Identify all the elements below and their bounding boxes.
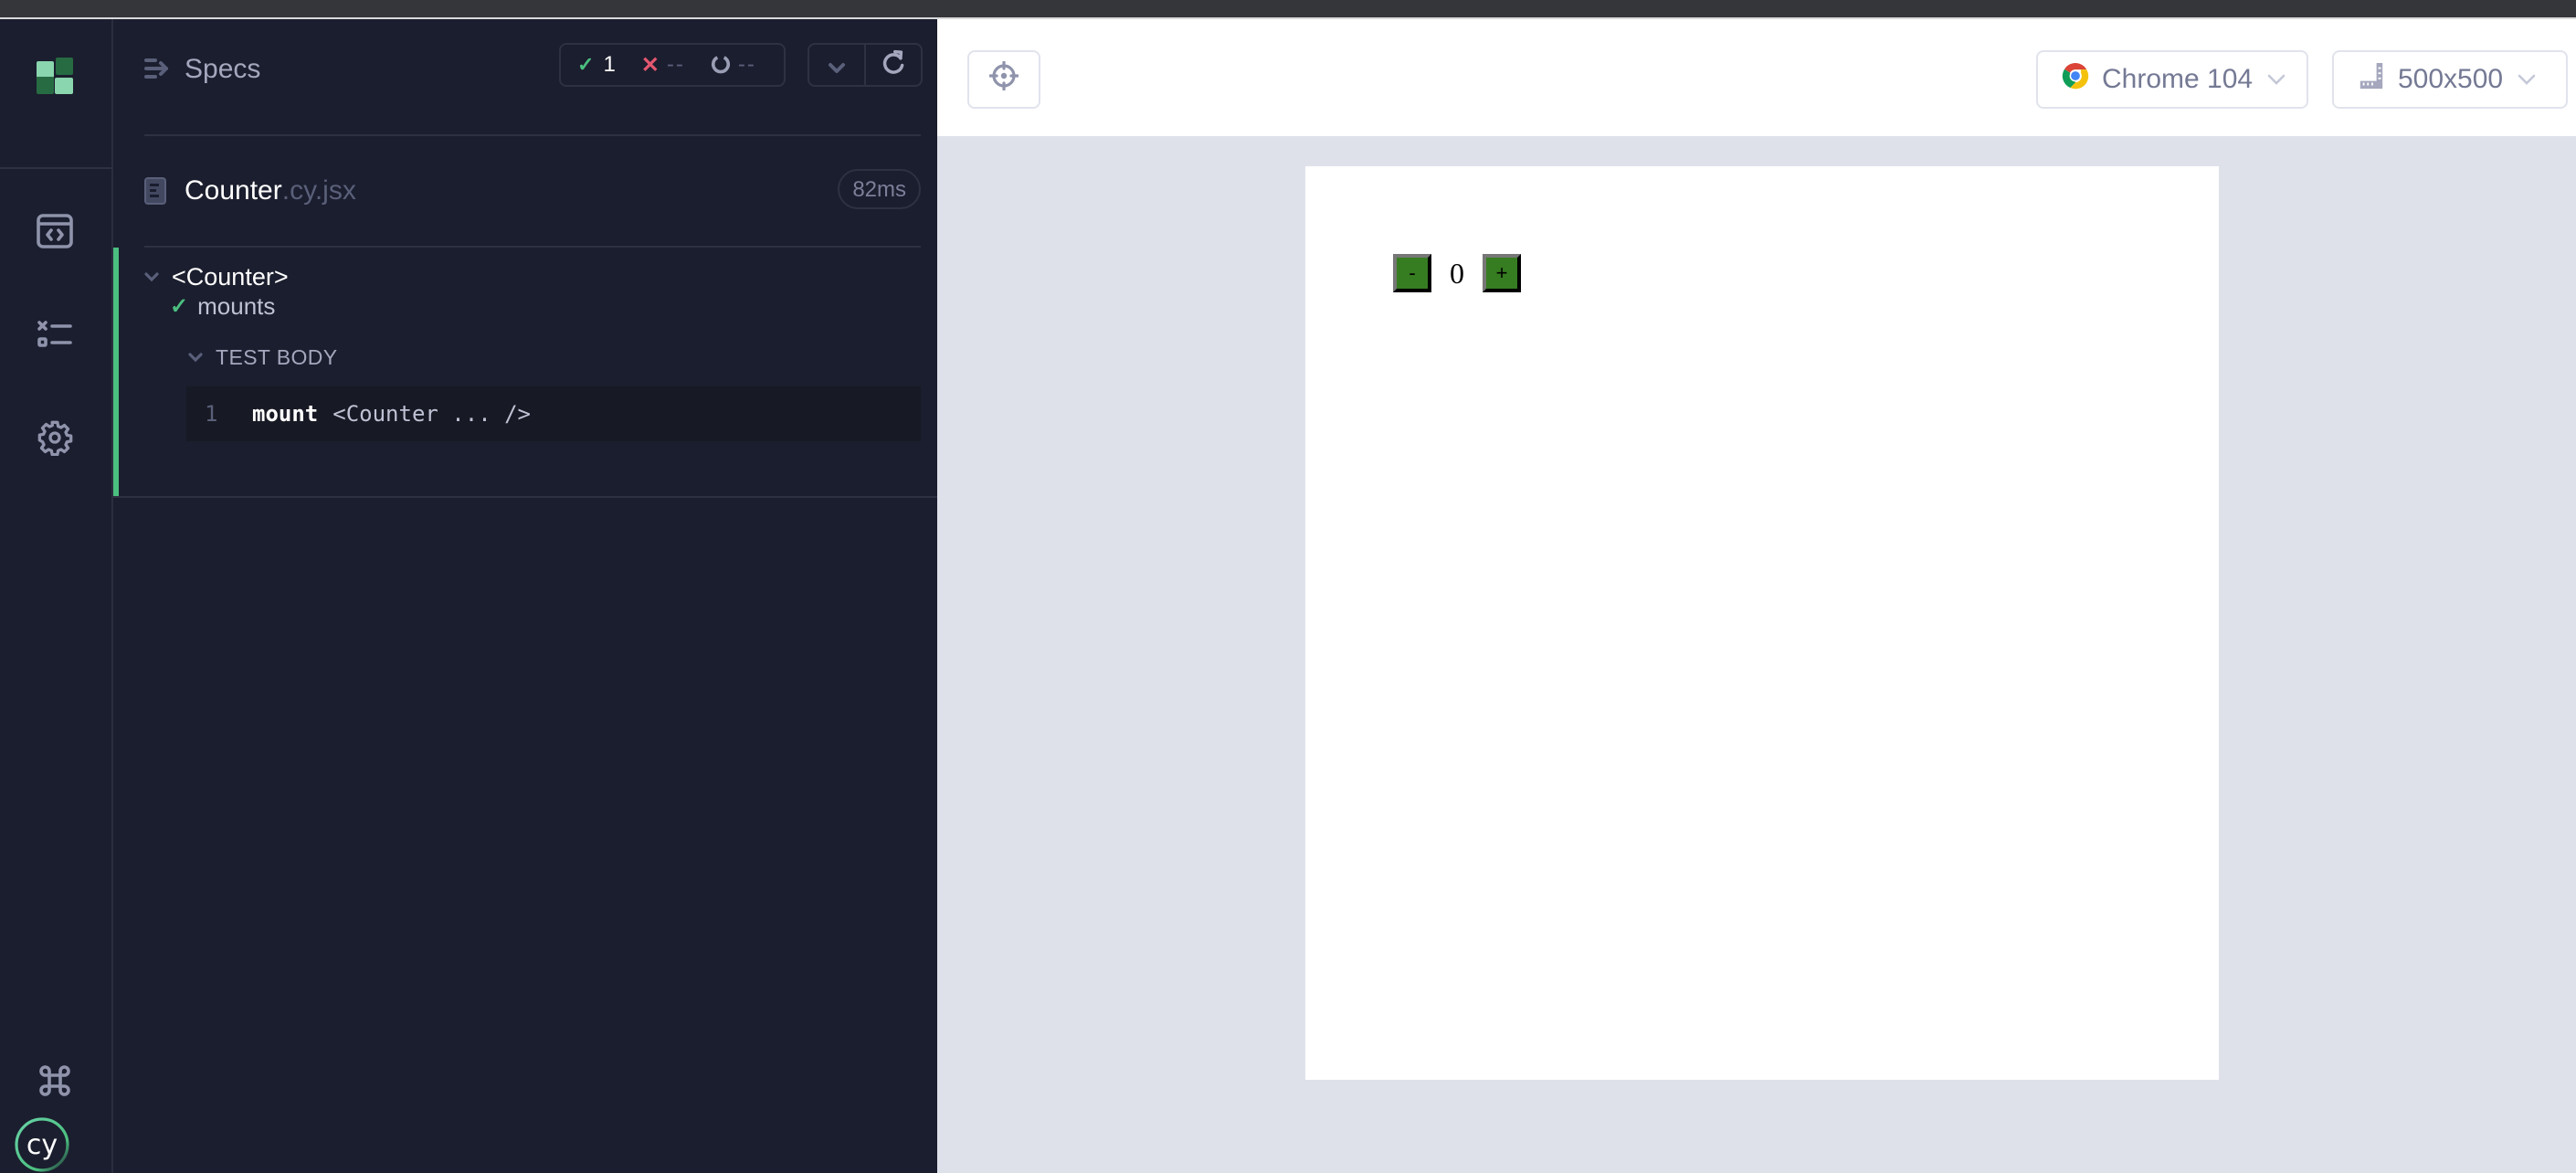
chevron-down-icon — [2267, 74, 2286, 85]
sidebar-divider — [0, 167, 113, 169]
sidebar-item-runs[interactable] — [37, 321, 73, 357]
chevron-down-icon — [2518, 74, 2536, 85]
specs-list-icon — [144, 52, 170, 87]
aut-iframe: - 0 + — [1305, 166, 2219, 1080]
spec-file-name[interactable]: Counter — [185, 175, 282, 206]
failed-count: -- — [666, 52, 685, 77]
spec-duration-badge: 82ms — [838, 169, 921, 209]
specs-title: Specs — [185, 54, 261, 84]
pending-count: -- — [737, 52, 756, 77]
aut-header: Chrome 104 500x500 — [937, 19, 2576, 136]
collapse-all-button[interactable] — [809, 45, 864, 85]
browser-dropdown[interactable]: Chrome 104 — [2036, 50, 2308, 109]
cypress-app-logo-icon[interactable] — [37, 58, 73, 94]
cypress-logo-icon[interactable]: cy — [15, 1117, 69, 1172]
crosshair-icon — [988, 60, 1019, 98]
command-row[interactable]: 1 mount <Counter ... /> — [186, 386, 921, 441]
spec-file-extension: .cy.jsx — [281, 175, 356, 206]
command-key-icon — [38, 1064, 71, 1104]
counter-value: 0 — [1450, 256, 1464, 290]
passed-count: 1 — [603, 52, 616, 77]
passed-check-icon: ✓ — [170, 293, 189, 319]
command-number: 1 — [205, 401, 218, 427]
keyboard-shortcuts-button[interactable] — [37, 1064, 73, 1104]
reporter-controls — [808, 43, 923, 87]
test-results-icon — [37, 317, 73, 361]
test-row[interactable]: ✓ mounts — [170, 288, 275, 324]
chevron-down-icon — [188, 352, 203, 363]
pending-circle-icon — [711, 55, 731, 75]
window-title-bar — [0, 0, 2576, 17]
chrome-logo-icon — [2062, 62, 2089, 97]
test-suite: <Counter> ✓ mounts TEST BODY 1 mount <Co… — [113, 248, 937, 498]
counter-component: - 0 + — [1393, 254, 1521, 292]
selector-playground-button[interactable] — [967, 50, 1040, 109]
passed-check-icon: ✓ — [577, 53, 595, 76]
increment-button[interactable]: + — [1483, 254, 1521, 292]
test-title: mounts — [197, 291, 276, 320]
svg-text:cy: cy — [26, 1129, 58, 1161]
icon-sidebar: cy — [0, 19, 113, 1173]
viewport-label: 500x500 — [2398, 64, 2504, 94]
refresh-icon — [881, 48, 906, 82]
ruler-icon — [2358, 62, 2385, 97]
gear-icon — [37, 419, 73, 463]
cypress-runner: cy Specs ✓ 1 ✕ -- -- Counter .cy.jsx 82m… — [0, 0, 2576, 1173]
test-stats: ✓ 1 ✕ -- -- — [559, 43, 786, 87]
failed-x-icon: ✕ — [640, 52, 660, 78]
chevron-down-icon — [828, 48, 846, 82]
spec-file-row: Counter .cy.jsx 82ms — [144, 136, 921, 248]
decrement-button[interactable]: - — [1393, 254, 1431, 292]
document-icon — [144, 177, 166, 205]
command-message: <Counter ... /> — [333, 401, 531, 427]
suite-title: <Counter> — [172, 262, 289, 291]
command-method: mount — [252, 401, 319, 427]
specs-list-toggle[interactable]: Specs — [144, 52, 260, 87]
test-body-label: TEST BODY — [216, 344, 338, 369]
browser-label: Chrome 104 — [2102, 64, 2254, 94]
reporter-panel: Specs ✓ 1 ✕ -- -- Counter .cy.jsx 82ms <… — [113, 19, 937, 1173]
code-window-icon — [37, 213, 73, 257]
rerun-tests-button[interactable] — [864, 45, 921, 85]
viewport-dropdown[interactable]: 500x500 — [2332, 50, 2568, 109]
test-body-header[interactable]: TEST BODY — [188, 341, 338, 374]
reporter-header: Specs ✓ 1 ✕ -- -- — [144, 19, 923, 136]
sidebar-item-specs[interactable] — [37, 214, 73, 253]
sidebar-item-settings[interactable] — [37, 420, 73, 460]
chevron-down-icon — [144, 271, 159, 282]
suite-passed-indicator — [113, 248, 119, 496]
